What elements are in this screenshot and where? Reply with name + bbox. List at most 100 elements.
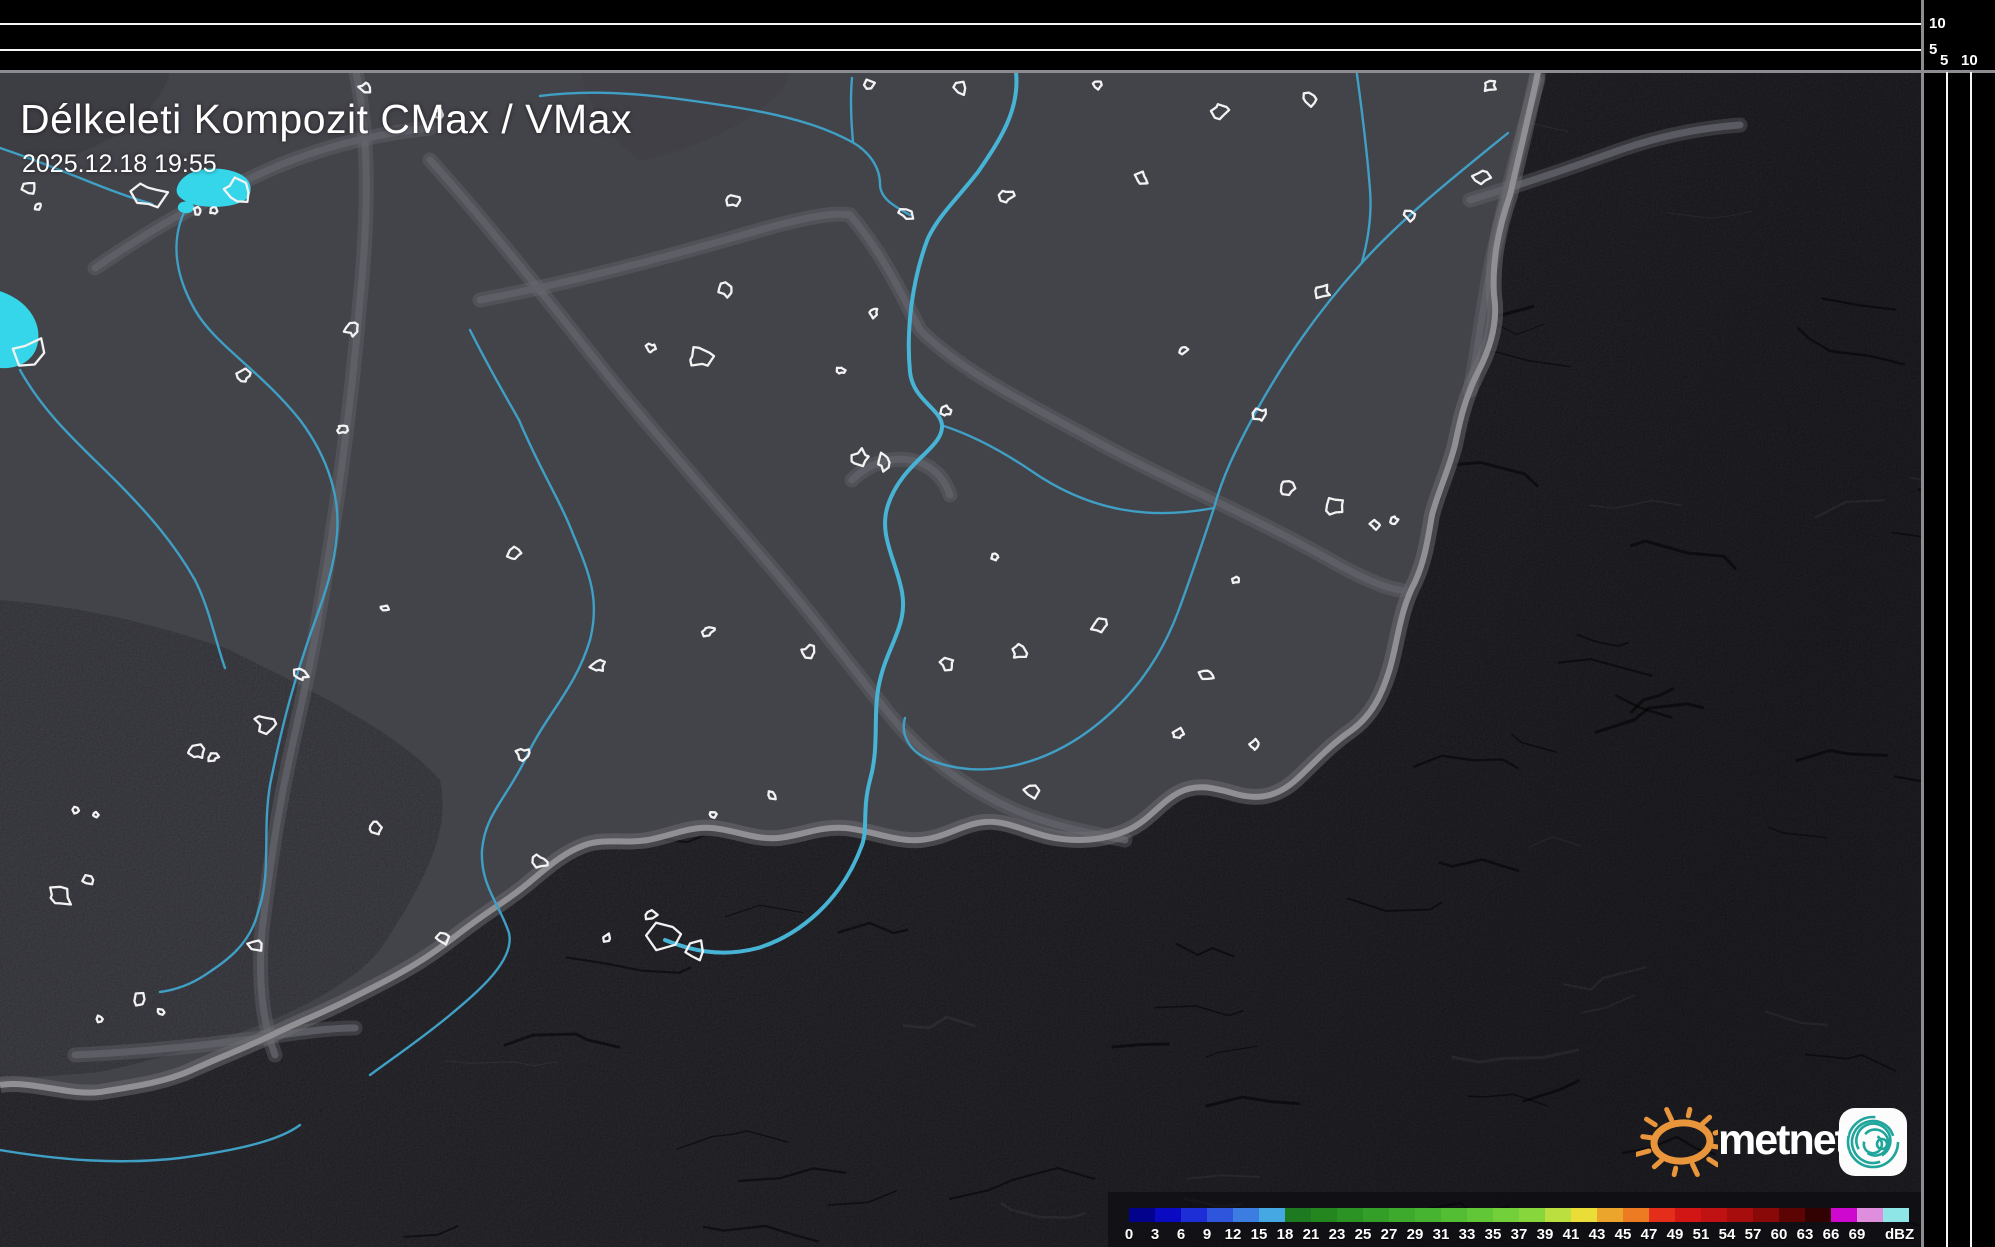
dbz-tick-label: 18: [1277, 1226, 1294, 1243]
dbz-cell-29: [1415, 1208, 1441, 1222]
river-8: [1355, 72, 1371, 262]
dbz-tick-label: 57: [1745, 1226, 1762, 1243]
dbz-cell-31: [1441, 1208, 1467, 1222]
settlement-outline: [1281, 481, 1295, 495]
ruler-v-tick-10: [1970, 72, 1972, 1247]
settlement-outline: [1091, 618, 1107, 632]
dbz-cell-60: [1779, 1208, 1805, 1222]
metnet-wordmark: metnet: [1718, 1116, 1847, 1165]
dbz-tick-label: 41: [1563, 1226, 1580, 1243]
settlement-outline: [1013, 644, 1028, 658]
relief-texture-east: [0, 72, 1921, 1247]
settlement-outline: [210, 207, 217, 214]
dbz-cell-23: [1337, 1208, 1363, 1222]
road-soft-1: [95, 128, 430, 268]
dbz-tick-label: 37: [1511, 1226, 1528, 1243]
settlement-outline: [1315, 285, 1330, 298]
settlement-outline: [898, 209, 913, 219]
dbz-tick-label: 39: [1537, 1226, 1554, 1243]
road-2: [430, 160, 1125, 840]
dbz-tick-label: 54: [1719, 1226, 1736, 1243]
dbz-tick-label: 25: [1355, 1226, 1372, 1243]
settlement-outline: [1326, 498, 1343, 514]
settlement-outline: [999, 191, 1015, 203]
settlement-outline: [236, 369, 250, 382]
page-title: Délkeleti Kompozit CMax / VMax: [20, 96, 632, 143]
dbz-tick-label: 47: [1641, 1226, 1658, 1243]
dbz-cell-39: [1545, 1208, 1571, 1222]
settlement-outline: [1370, 520, 1380, 530]
dbz-tick-label: 51: [1693, 1226, 1710, 1243]
metnet-app-icon: [1838, 1107, 1908, 1177]
dbz-cell-63: [1805, 1208, 1831, 1222]
settlement-outline: [801, 645, 814, 658]
ruler-label-v10: 10: [1929, 15, 1946, 32]
settlement-outline: [991, 554, 998, 561]
dbz-cell-27: [1389, 1208, 1415, 1222]
dbz-cell-9: [1207, 1208, 1233, 1222]
map-timestamp: 2025.12.18 19:55: [22, 150, 217, 179]
settlement-outline: [726, 195, 740, 206]
settlement-outline: [953, 82, 965, 95]
dbz-cell-47: [1649, 1208, 1675, 1222]
settlement-outline: [1390, 517, 1398, 525]
lake-1: [178, 201, 194, 213]
dbz-tick-label: 45: [1615, 1226, 1632, 1243]
radar-page: { "header": { "title": "Délkeleti Kompoz…: [0, 0, 1995, 1247]
settlement-outline: [869, 309, 877, 319]
dbz-tick-label: 35: [1485, 1226, 1502, 1243]
dbz-cell-25: [1363, 1208, 1389, 1222]
ruler-label-v5: 5: [1929, 41, 1937, 58]
dbz-tick-label: 6: [1177, 1226, 1185, 1243]
settlement-outline: [702, 627, 715, 636]
dbz-cell-3: [1155, 1208, 1181, 1222]
dbz-cell-37: [1519, 1208, 1545, 1222]
dbz-tick-label: 69: [1849, 1226, 1866, 1243]
settlement-outline: [1023, 786, 1039, 799]
ruler-v-tick-5: [1946, 72, 1948, 1247]
dbz-cell-49: [1675, 1208, 1701, 1222]
dbz-tick-label: 33: [1459, 1226, 1476, 1243]
ruler-label-h10: 10: [1961, 52, 1978, 69]
dbz-tick-label: 21: [1303, 1226, 1320, 1243]
settlement-outline: [1199, 671, 1214, 679]
dbz-cell-6: [1181, 1208, 1207, 1222]
dbz-tick-label: 43: [1589, 1226, 1606, 1243]
settlement-outline: [1093, 82, 1102, 90]
settlement-outline: [1304, 93, 1317, 107]
dbz-tick-label: 60: [1771, 1226, 1788, 1243]
dbz-cell-12: [1233, 1208, 1259, 1222]
dbz-tick-labels: 0369121518212325272931333537394143454749…: [1129, 1226, 1919, 1244]
settlement-outline: [507, 547, 521, 559]
settlement-outline: [1485, 81, 1496, 91]
map-top-frame-line: [0, 70, 1995, 73]
river-5: [851, 78, 853, 142]
dbz-cell-54: [1727, 1208, 1753, 1222]
settlement-outline: [131, 184, 169, 208]
settlement-outline: [1211, 104, 1229, 119]
settlement-outline: [22, 183, 35, 194]
dbz-tick-label: 29: [1407, 1226, 1424, 1243]
settlement-outline: [1472, 171, 1491, 184]
dbz-cell-max: [1883, 1208, 1909, 1222]
settlement-outline: [1232, 577, 1239, 583]
settlement-outline: [532, 855, 547, 868]
dbz-cell-15: [1259, 1208, 1285, 1222]
settlement-outline: [35, 204, 41, 210]
lake-2: [0, 288, 38, 368]
dbz-cell-0: [1129, 1208, 1155, 1222]
dbz-cell-41: [1571, 1208, 1597, 1222]
metnet-logo: metnet: [1636, 1098, 1916, 1182]
lake-shapes: [0, 169, 251, 369]
dbz-unit-label: dBZ: [1885, 1226, 1914, 1243]
road-soft-2: [430, 160, 1125, 840]
dbz-tick-label: 66: [1823, 1226, 1840, 1243]
radar-map-canvas: [0, 72, 1921, 1247]
settlement-outline: [710, 812, 717, 818]
settlement-outline: [590, 660, 605, 671]
settlement-outline: [381, 606, 389, 611]
settlement-outline: [940, 405, 951, 415]
dbz-cell-35: [1493, 1208, 1519, 1222]
dbz-cell-51: [1701, 1208, 1727, 1222]
dbz-tick-label: 0: [1125, 1226, 1133, 1243]
